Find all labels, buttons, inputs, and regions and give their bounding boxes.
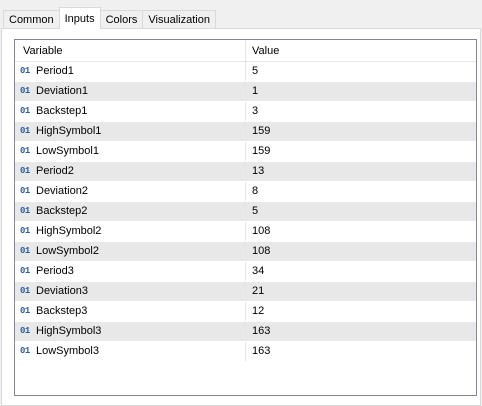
variable-name: Deviation1 [36, 85, 88, 97]
tab-inputs[interactable]: Inputs [58, 7, 101, 29]
variable-cell[interactable]: 01 HighSymbol2 [15, 222, 246, 241]
table-row[interactable]: 01 Backstep1 3 [15, 102, 476, 122]
value-cell[interactable]: 163 [246, 342, 476, 361]
table-row[interactable]: 01 Period1 5 [15, 62, 476, 82]
variable-cell[interactable]: 01 HighSymbol3 [15, 322, 246, 341]
value-cell[interactable]: 34 [246, 262, 476, 281]
integer-type-icon: 01 [20, 86, 30, 96]
tab-common[interactable]: Common [3, 10, 60, 29]
column-header-variable[interactable]: Variable [15, 40, 246, 61]
variable-name: Deviation2 [36, 185, 88, 197]
variable-name: LowSymbol3 [36, 345, 99, 357]
table-row[interactable]: 01 Deviation2 8 [15, 182, 476, 202]
integer-type-icon: 01 [20, 226, 30, 236]
value-cell[interactable]: 8 [246, 182, 476, 201]
variable-cell[interactable]: 01 Deviation1 [15, 82, 246, 101]
table-row[interactable]: 01 Deviation1 1 [15, 82, 476, 102]
value-cell[interactable]: 12 [246, 302, 476, 321]
variable-cell[interactable]: 01 LowSymbol3 [15, 342, 246, 361]
value-cell[interactable]: 163 [246, 322, 476, 341]
tab-bar: Common Inputs Colors Visualization [3, 7, 216, 29]
variable-name: HighSymbol2 [36, 225, 102, 237]
table-header: Variable Value [15, 40, 476, 62]
variable-name: Backstep3 [36, 305, 88, 317]
value-cell[interactable]: 108 [246, 242, 476, 261]
variable-name: Period3 [36, 265, 74, 277]
integer-type-icon: 01 [20, 246, 30, 256]
table-row[interactable]: 01 Period3 34 [15, 262, 476, 282]
integer-type-icon: 01 [20, 66, 30, 76]
value-cell[interactable]: 1 [246, 82, 476, 101]
variable-name: HighSymbol3 [36, 325, 102, 337]
variable-cell[interactable]: 01 Deviation3 [15, 282, 246, 301]
table-row[interactable]: 01 Deviation3 21 [15, 282, 476, 302]
column-header-value[interactable]: Value [246, 40, 476, 61]
value-cell[interactable]: 21 [246, 282, 476, 301]
variable-name: Deviation3 [36, 285, 88, 297]
table-row[interactable]: 01 Backstep2 5 [15, 202, 476, 222]
variable-cell[interactable]: 01 Period1 [15, 62, 246, 81]
variable-name: Period1 [36, 65, 74, 77]
table-row[interactable]: 01 LowSymbol3 163 [15, 342, 476, 362]
inputs-panel: Variable Value 01 Period1 5 01 Deviation1 1 01… [1, 28, 481, 406]
integer-type-icon: 01 [20, 286, 30, 296]
value-cell[interactable]: 13 [246, 162, 476, 181]
value-cell[interactable]: 3 [246, 102, 476, 121]
value-cell[interactable]: 159 [246, 122, 476, 141]
variable-name: Period2 [36, 165, 74, 177]
value-cell[interactable]: 5 [246, 62, 476, 81]
variable-cell[interactable]: 01 Deviation2 [15, 182, 246, 201]
integer-type-icon: 01 [20, 266, 30, 276]
variable-cell[interactable]: 01 HighSymbol1 [15, 122, 246, 141]
table-row[interactable]: 01 HighSymbol3 163 [15, 322, 476, 342]
variable-name: LowSymbol2 [36, 245, 99, 257]
variable-name: LowSymbol1 [36, 145, 99, 157]
integer-type-icon: 01 [20, 326, 30, 336]
table-row[interactable]: 01 LowSymbol1 159 [15, 142, 476, 162]
variable-cell[interactable]: 01 Period2 [15, 162, 246, 181]
table-row[interactable]: 01 HighSymbol1 159 [15, 122, 476, 142]
variable-name: Backstep1 [36, 105, 88, 117]
variable-cell[interactable]: 01 Backstep2 [15, 202, 246, 221]
variable-cell[interactable]: 01 Period3 [15, 262, 246, 281]
value-cell[interactable]: 5 [246, 202, 476, 221]
variable-name: Backstep2 [36, 205, 88, 217]
variable-cell[interactable]: 01 LowSymbol2 [15, 242, 246, 261]
table-row[interactable]: 01 Backstep3 12 [15, 302, 476, 322]
integer-type-icon: 01 [20, 146, 30, 156]
integer-type-icon: 01 [20, 166, 30, 176]
integer-type-icon: 01 [20, 186, 30, 196]
variable-name: HighSymbol1 [36, 125, 102, 137]
inputs-table: Variable Value 01 Period1 5 01 Deviation1 1 01… [14, 39, 477, 396]
table-row[interactable]: 01 Period2 13 [15, 162, 476, 182]
integer-type-icon: 01 [20, 346, 30, 356]
integer-type-icon: 01 [20, 206, 30, 216]
variable-cell[interactable]: 01 LowSymbol1 [15, 142, 246, 161]
integer-type-icon: 01 [20, 126, 30, 136]
table-body: 01 Period1 5 01 Deviation1 1 01 Backstep1 3 01 Hig… [15, 62, 476, 362]
integer-type-icon: 01 [20, 306, 30, 316]
value-cell[interactable]: 159 [246, 142, 476, 161]
table-row[interactable]: 01 LowSymbol2 108 [15, 242, 476, 262]
variable-cell[interactable]: 01 Backstep1 [15, 102, 246, 121]
tab-colors[interactable]: Colors [99, 10, 144, 29]
integer-type-icon: 01 [20, 106, 30, 116]
table-row[interactable]: 01 HighSymbol2 108 [15, 222, 476, 242]
tab-visualization[interactable]: Visualization [142, 10, 216, 29]
variable-cell[interactable]: 01 Backstep3 [15, 302, 246, 321]
value-cell[interactable]: 108 [246, 222, 476, 241]
